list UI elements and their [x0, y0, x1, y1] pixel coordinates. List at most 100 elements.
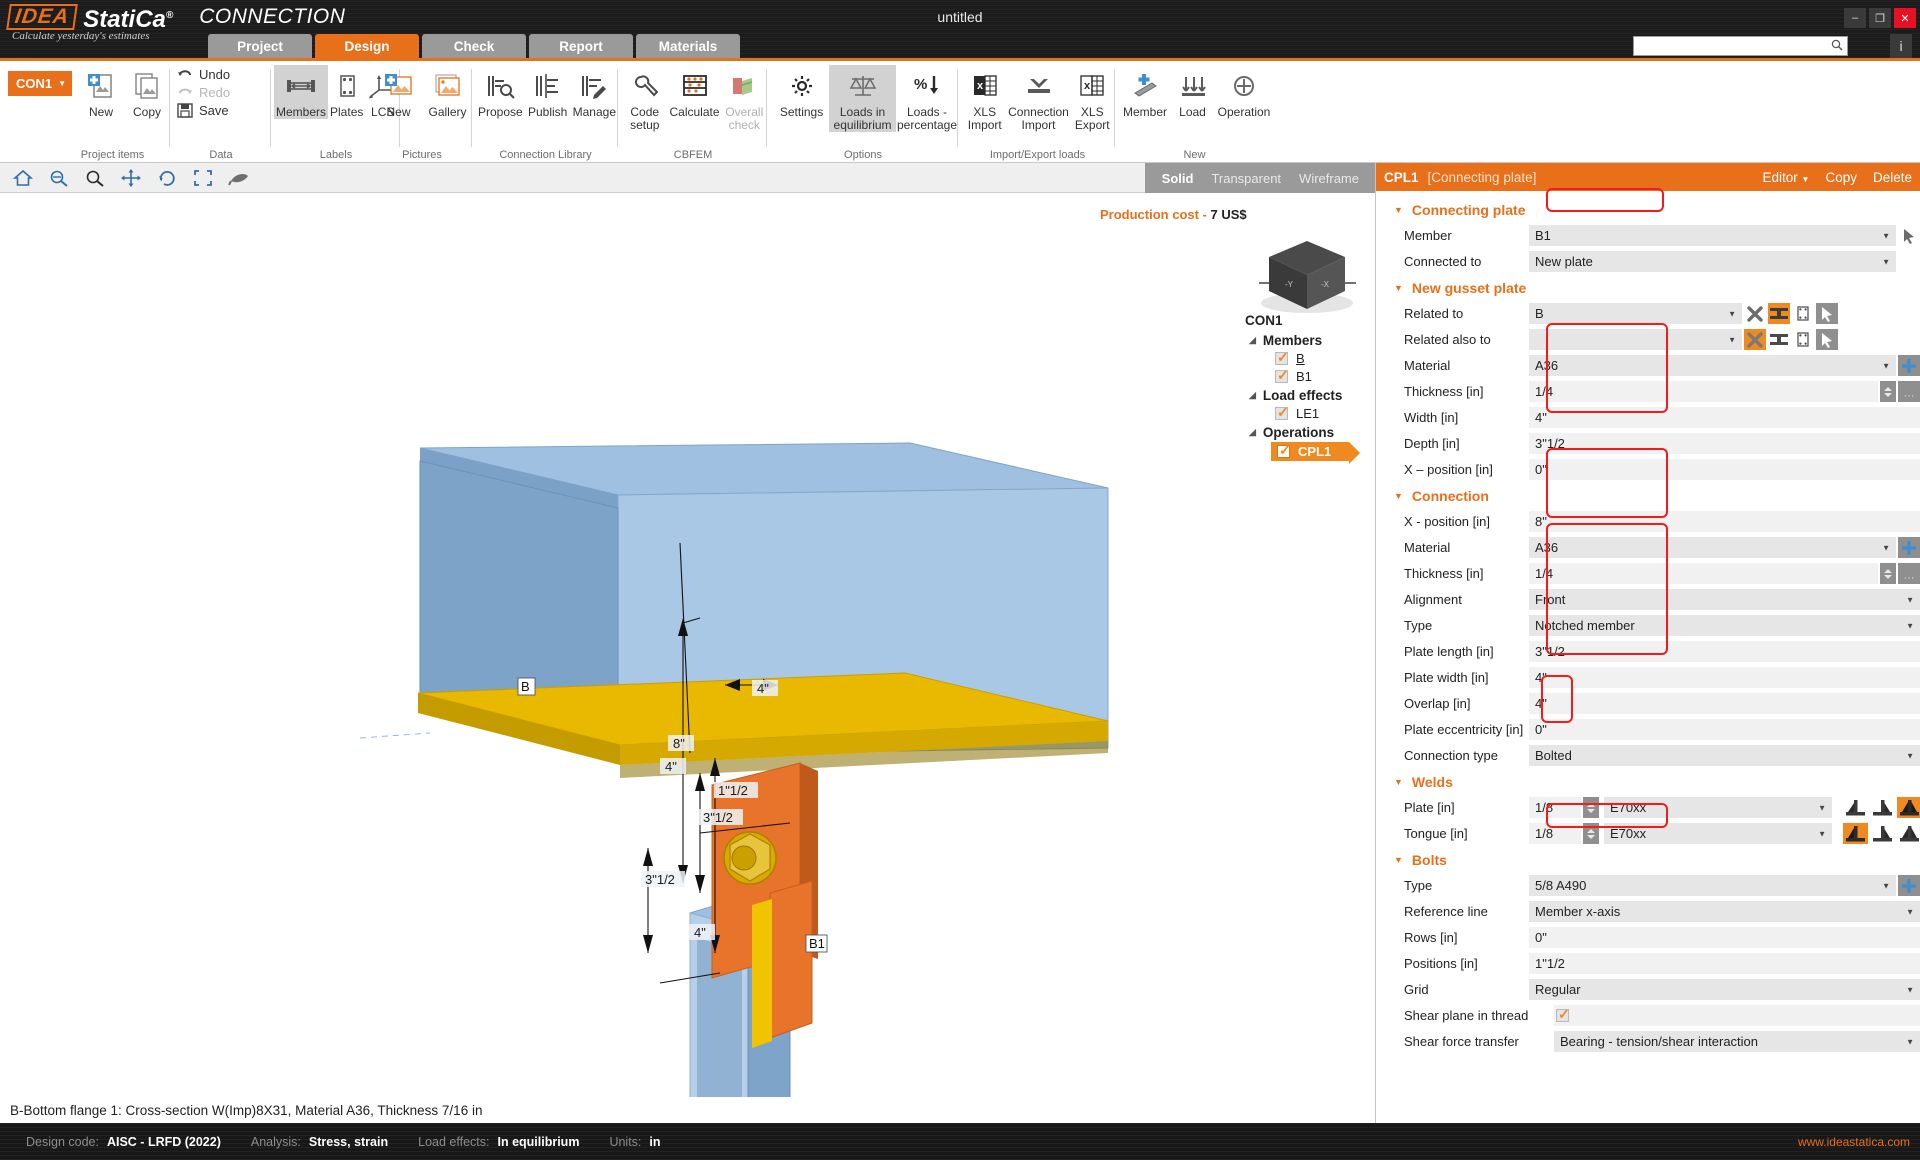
tree-node-members[interactable]: ◢ Members	[1249, 333, 1375, 348]
zoom-icon[interactable]	[84, 167, 106, 189]
gusset-thickness-stepper[interactable]	[1880, 381, 1896, 402]
section-bolts[interactable]: ▼ Bolts	[1376, 847, 1920, 873]
maximize-button[interactable]: ❐	[1869, 8, 1891, 28]
paint-icon[interactable]	[228, 167, 250, 189]
gusset-thickness-more-button[interactable]: ···	[1898, 381, 1920, 402]
field-positions[interactable]: 1"1/2	[1529, 953, 1920, 974]
related-also-plate-icon[interactable]	[1792, 329, 1814, 350]
field-plate-width[interactable]: 4"	[1529, 667, 1920, 688]
ribbon-plates-labels[interactable]: Plates	[328, 65, 365, 119]
clear-related-also-to-button[interactable]	[1744, 329, 1766, 350]
ribbon-gallery[interactable]: Gallery	[423, 65, 472, 119]
zoom-fit-icon[interactable]	[48, 167, 70, 189]
tab-check[interactable]: Check	[422, 34, 526, 58]
field-overlap[interactable]: 4"	[1529, 693, 1920, 714]
field-shear-force-transfer[interactable]: Bearing - tension/shear interaction ▼	[1554, 1031, 1920, 1052]
pan-icon[interactable]	[120, 167, 142, 189]
ribbon-overall-check[interactable]: Overall check	[722, 65, 767, 132]
checkbox[interactable]	[1275, 404, 1289, 421]
pick-related-to-button[interactable]	[1816, 303, 1838, 324]
clear-related-to-button[interactable]	[1744, 303, 1766, 324]
fullscreen-icon[interactable]	[192, 167, 214, 189]
delete-button[interactable]: Delete	[1873, 170, 1912, 185]
model-3d-viewport[interactable]: 4" 8" 4" 1"1/2 3"1/2 3"1/2 4" B B1 Produ…	[0, 193, 1375, 1123]
ribbon-redo[interactable]: Redo	[177, 85, 271, 100]
add-material-button[interactable]	[1898, 355, 1920, 376]
weld-type-fillet-right-icon[interactable]	[1870, 797, 1895, 818]
render-mode-solid[interactable]: Solid	[1162, 171, 1194, 186]
connection-selector[interactable]: CON1 ▼	[8, 71, 72, 96]
ribbon-new-picture[interactable]: New	[374, 65, 423, 119]
ribbon-calculate[interactable]: Calculate	[667, 65, 721, 119]
tree-item-cpl1[interactable]: CPL1	[1271, 442, 1360, 464]
field-conn-material[interactable]: A36 ▼	[1529, 537, 1896, 558]
weld-type-fillet-left-icon[interactable]	[1843, 797, 1868, 818]
field-gusset-depth[interactable]: 3"1/2	[1529, 433, 1920, 454]
minimize-button[interactable]: –	[1844, 8, 1866, 28]
field-weld-plate-material[interactable]: E70xx ▼	[1604, 797, 1832, 818]
checkbox[interactable]	[1275, 367, 1289, 384]
ribbon-propose[interactable]: Propose	[476, 65, 525, 119]
home-icon[interactable]	[12, 167, 34, 189]
field-gusset-material[interactable]: A36 ▼	[1529, 355, 1896, 376]
close-button[interactable]: ✕	[1894, 8, 1916, 28]
field-bolt-type[interactable]: 5/8 A490 ▼	[1529, 875, 1896, 896]
field-conn-thickness[interactable]: 1/4	[1529, 563, 1878, 584]
field-shear-plane-in-thread[interactable]	[1554, 1005, 1920, 1026]
render-mode-wireframe[interactable]: Wireframe	[1299, 171, 1359, 186]
field-weld-tongue-material[interactable]: E70xx ▼	[1604, 823, 1832, 844]
field-reference-line[interactable]: Member x-axis ▼	[1529, 901, 1920, 922]
weld-type-fillet-left-icon[interactable]	[1843, 823, 1868, 844]
field-conn-x-position[interactable]: 8"	[1529, 511, 1920, 532]
ribbon-loads-in-equilibrium[interactable]: Loads in equilibrium	[829, 65, 896, 132]
tree-node-operations[interactable]: ◢ Operations	[1249, 425, 1375, 440]
section-connecting-plate[interactable]: ▼ Connecting plate	[1376, 197, 1920, 223]
ribbon-publish[interactable]: Publish	[525, 65, 571, 119]
field-gusset-width[interactable]: 4"	[1529, 407, 1920, 428]
ribbon-copy-project-item[interactable]: Copy	[124, 65, 170, 119]
editor-button[interactable]: Editor ▼	[1762, 170, 1809, 185]
weld-type-fillet-right-icon[interactable]	[1870, 823, 1895, 844]
field-type[interactable]: Notched member ▼	[1529, 615, 1920, 636]
section-welds[interactable]: ▼ Welds	[1376, 769, 1920, 795]
field-weld-tongue-size[interactable]: 1/8	[1529, 823, 1581, 844]
related-to-plate-icon[interactable]	[1792, 303, 1814, 324]
field-gusset-x-position[interactable]: 0"	[1529, 459, 1920, 480]
tab-materials[interactable]: Materials	[636, 34, 740, 58]
website-link[interactable]: www.ideastatica.com	[1798, 1135, 1910, 1149]
tree-node-load-effects[interactable]: ◢ Load effects	[1249, 388, 1375, 403]
checkbox[interactable]	[1556, 1006, 1570, 1023]
conn-thickness-more-button[interactable]: ···	[1898, 563, 1920, 584]
field-connection-type[interactable]: Bolted ▼	[1529, 745, 1920, 766]
weld-plate-stepper[interactable]	[1583, 797, 1599, 818]
section-new-gusset-plate[interactable]: ▼ New gusset plate	[1376, 275, 1920, 301]
ribbon-new-load[interactable]: Load	[1169, 65, 1216, 119]
field-gusset-thickness[interactable]: 1/4	[1529, 381, 1878, 402]
checkbox[interactable]	[1277, 442, 1291, 459]
render-mode-transparent[interactable]: Transparent	[1211, 171, 1281, 186]
ribbon-xls-export[interactable]: x XLS Export	[1070, 65, 1116, 132]
rotate-icon[interactable]	[156, 167, 178, 189]
ribbon-code-setup[interactable]: Code setup	[622, 65, 667, 132]
weld-type-double-fillet-icon[interactable]	[1897, 797, 1920, 818]
weld-tongue-stepper[interactable]	[1583, 823, 1599, 844]
ribbon-undo[interactable]: Undo	[177, 67, 271, 82]
checkbox[interactable]	[1275, 349, 1289, 366]
ribbon-members-labels[interactable]: Members	[274, 65, 329, 119]
ribbon-save[interactable]: Save	[177, 103, 271, 118]
field-related-also-to[interactable]: ▼	[1529, 329, 1742, 350]
tree-item-member-b[interactable]: B	[1275, 349, 1375, 366]
ribbon-manage[interactable]: Manage	[571, 65, 618, 119]
search-input[interactable]	[1633, 36, 1848, 56]
field-related-to[interactable]: B ▼	[1529, 303, 1742, 324]
field-grid[interactable]: Regular ▼	[1529, 979, 1920, 1000]
field-rows[interactable]: 0"	[1529, 927, 1920, 948]
view-cube[interactable]: -Y -X	[1255, 233, 1360, 318]
tree-item-le1[interactable]: LE1	[1275, 404, 1375, 421]
section-connection[interactable]: ▼ Connection	[1376, 483, 1920, 509]
field-alignment[interactable]: Front ▼	[1529, 589, 1920, 610]
ribbon-loads-percentage[interactable]: % Loads - percentage	[896, 65, 958, 132]
ribbon-new-member[interactable]: Member	[1121, 65, 1169, 119]
field-weld-plate-size[interactable]: 1/8	[1529, 797, 1581, 818]
ribbon-connection-import[interactable]: Connection Import	[1008, 65, 1070, 132]
